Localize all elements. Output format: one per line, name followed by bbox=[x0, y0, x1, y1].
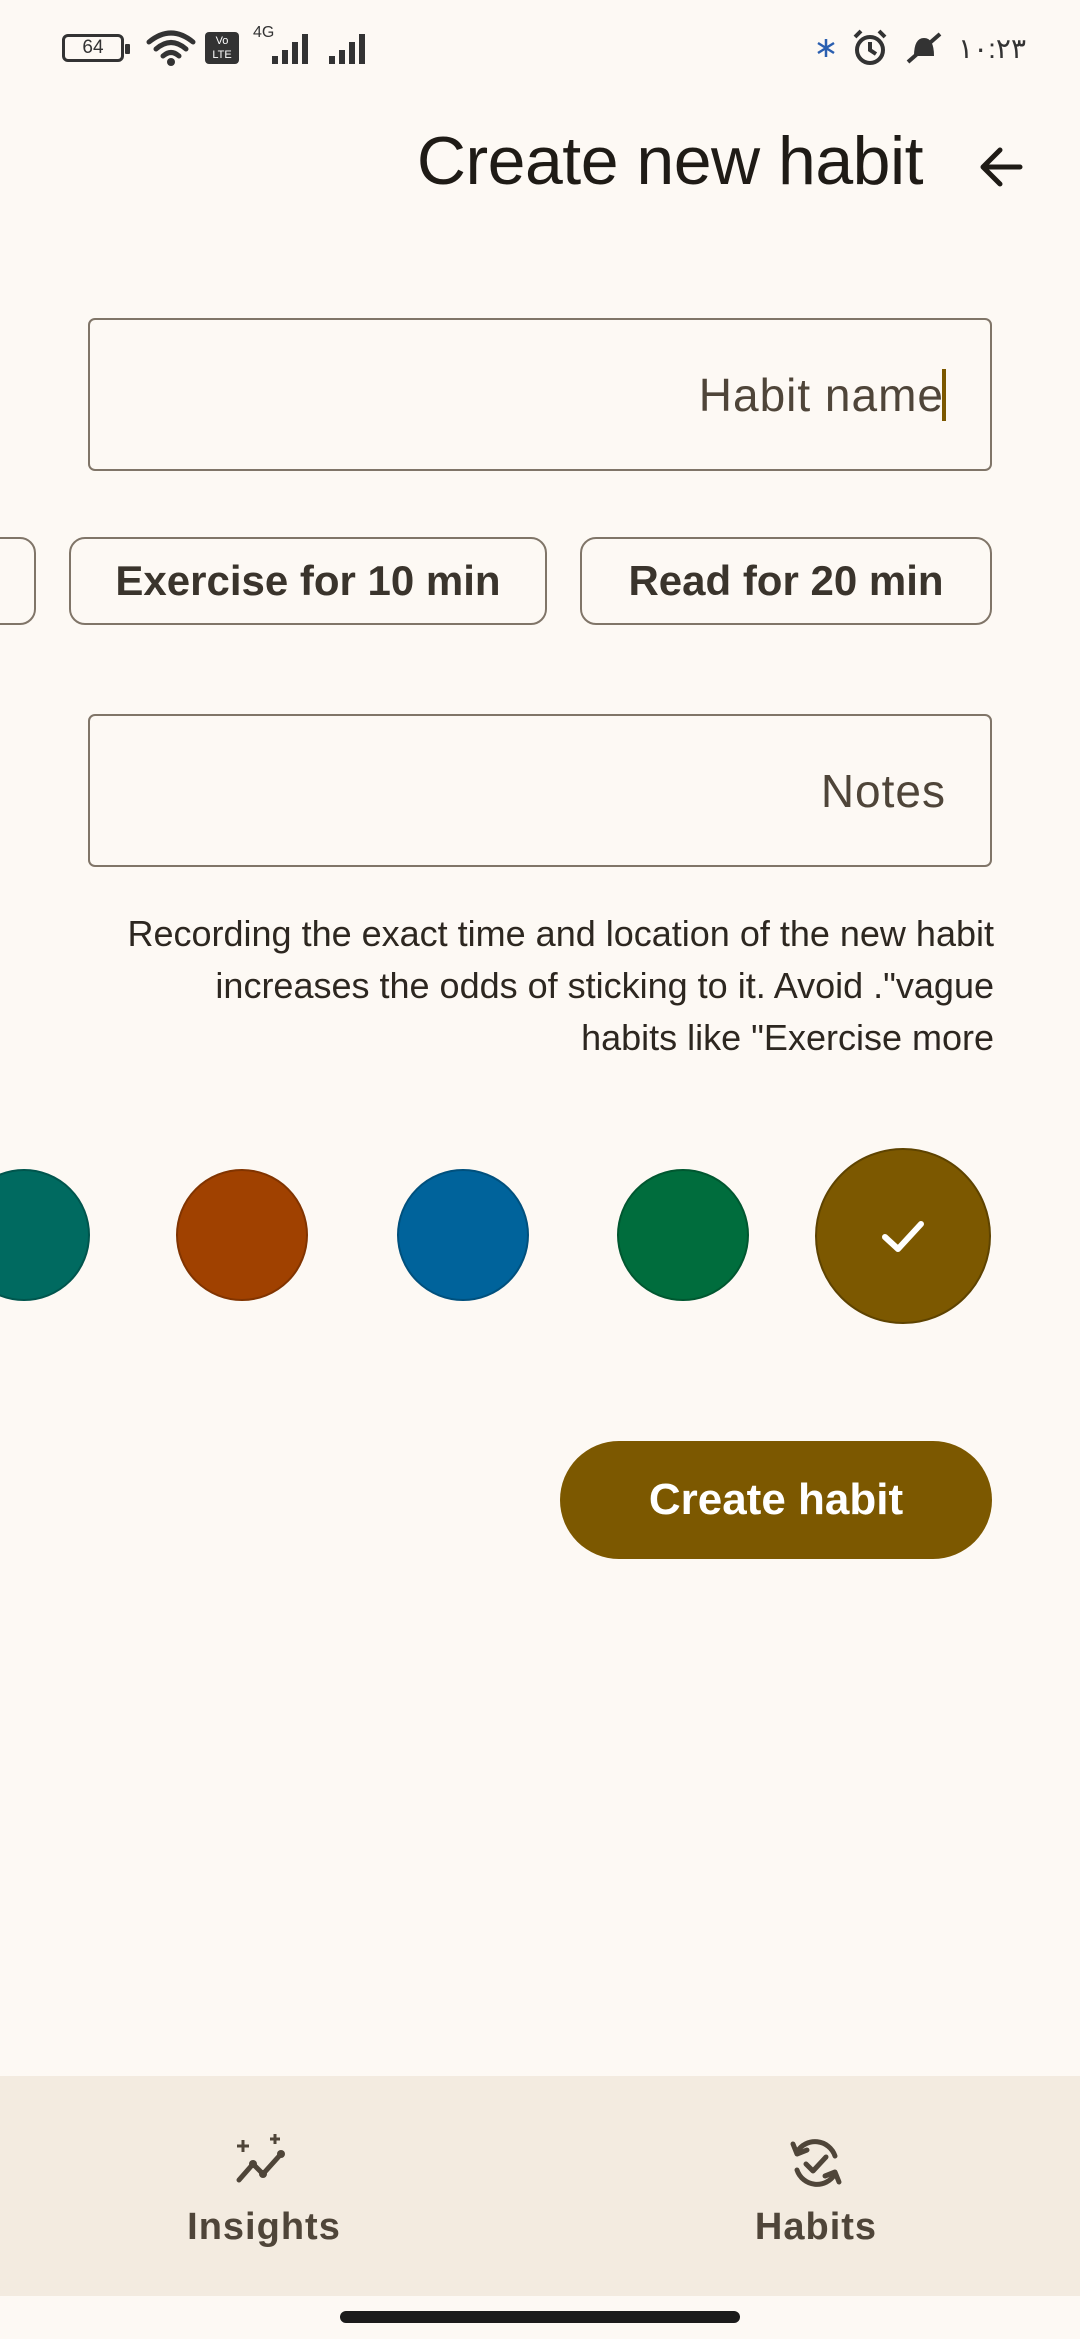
nav-label-habits: Habits bbox=[754, 2206, 878, 2248]
alarm-icon bbox=[853, 29, 887, 65]
check-icon bbox=[882, 1221, 924, 1252]
habit-name-placeholder: Habit name bbox=[698, 368, 944, 421]
battery-level: 64 bbox=[82, 37, 104, 58]
status-right-group: ۱۰:۲۳ bbox=[816, 28, 1026, 68]
text-cursor bbox=[942, 368, 946, 421]
battery-icon: 64 bbox=[62, 34, 130, 62]
wifi-icon bbox=[146, 30, 196, 66]
nav-item-insights[interactable]: Insights bbox=[0, 2076, 534, 2296]
notes-placeholder: Notes bbox=[820, 764, 946, 817]
insights-sparkle-icon bbox=[236, 2134, 285, 2183]
habit-name-input-wrap[interactable]: Habit name bbox=[699, 320, 946, 469]
suggestion-chip[interactable]: Read for 20 min bbox=[580, 537, 992, 625]
nav-label-insights: Insights bbox=[187, 2206, 341, 2248]
suggestion-chip-hidden[interactable] bbox=[0, 537, 36, 625]
volte-icon: Vo LTE bbox=[205, 32, 239, 64]
color-swatch-teal[interactable] bbox=[0, 1169, 90, 1301]
signal-strength-icon bbox=[272, 34, 308, 64]
notes-input-wrap[interactable]: Notes bbox=[821, 716, 946, 865]
snowflake-icon bbox=[817, 39, 835, 57]
silent-bell-icon bbox=[906, 32, 942, 64]
arrow-left-icon[interactable] bbox=[968, 132, 1038, 202]
color-swatch-blue[interactable] bbox=[397, 1169, 529, 1301]
gesture-handle[interactable] bbox=[340, 2311, 740, 2323]
volte-label: Vo LTE bbox=[212, 35, 232, 61]
page-title: Create new habit bbox=[416, 123, 924, 199]
create-habit-screen: 64 Vo LTE 4G ۱۰:۲۳ Create new habit Habi… bbox=[0, 0, 1080, 2339]
color-swatch-green[interactable] bbox=[617, 1169, 749, 1301]
color-swatch-gold-selected[interactable] bbox=[815, 1148, 991, 1324]
status-bar: 64 Vo LTE 4G ۱۰:۲۳ bbox=[0, 0, 1080, 96]
bottom-navigation: Insights Habits bbox=[0, 2076, 1080, 2296]
clock: ۱۰:۲۳ bbox=[958, 32, 1026, 64]
nav-item-habits[interactable]: Habits bbox=[546, 2076, 1080, 2296]
signal-strength-2-icon bbox=[329, 34, 365, 64]
habits-check-cycle-icon bbox=[790, 2139, 842, 2187]
create-habit-button[interactable]: Create habit bbox=[560, 1441, 992, 1559]
habit-name-field[interactable]: Habit name bbox=[88, 318, 992, 471]
color-swatch-orange[interactable] bbox=[176, 1169, 308, 1301]
help-text: Recording the exact time and location of… bbox=[127, 913, 994, 1058]
notes-field[interactable]: Notes bbox=[88, 714, 992, 867]
suggestion-chip[interactable]: Exercise for 10 min bbox=[69, 537, 547, 625]
